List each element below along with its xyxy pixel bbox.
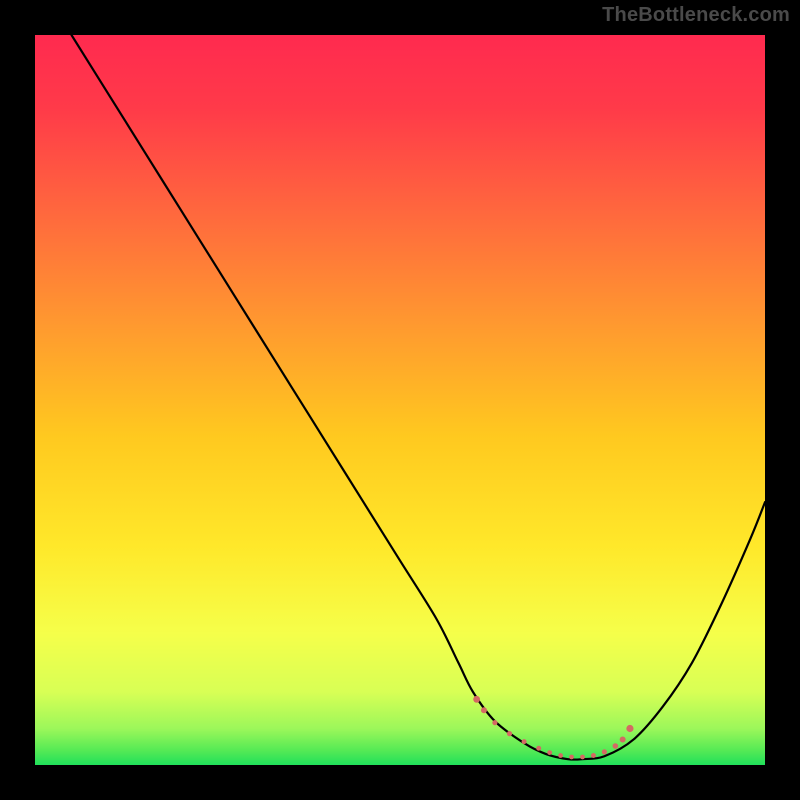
optimal-marker — [492, 720, 497, 725]
optimal-marker — [613, 743, 619, 749]
optimal-marker — [626, 725, 633, 732]
optimal-marker — [591, 753, 596, 758]
optimal-marker — [536, 746, 541, 751]
optimal-marker — [620, 736, 626, 742]
attribution-text: TheBottleneck.com — [602, 4, 790, 27]
optimal-marker — [569, 755, 574, 760]
plot-area — [35, 35, 765, 765]
optimal-marker — [558, 753, 563, 758]
gradient-background — [35, 35, 765, 765]
optimal-marker — [602, 749, 607, 754]
optimal-marker — [522, 739, 527, 744]
optimal-marker — [481, 707, 487, 713]
optimal-marker — [507, 731, 512, 736]
optimal-marker — [473, 696, 480, 703]
chart-frame: TheBottleneck.com — [0, 0, 800, 800]
optimal-marker — [547, 750, 552, 755]
bottleneck-chart — [35, 35, 765, 765]
optimal-marker — [580, 755, 585, 760]
